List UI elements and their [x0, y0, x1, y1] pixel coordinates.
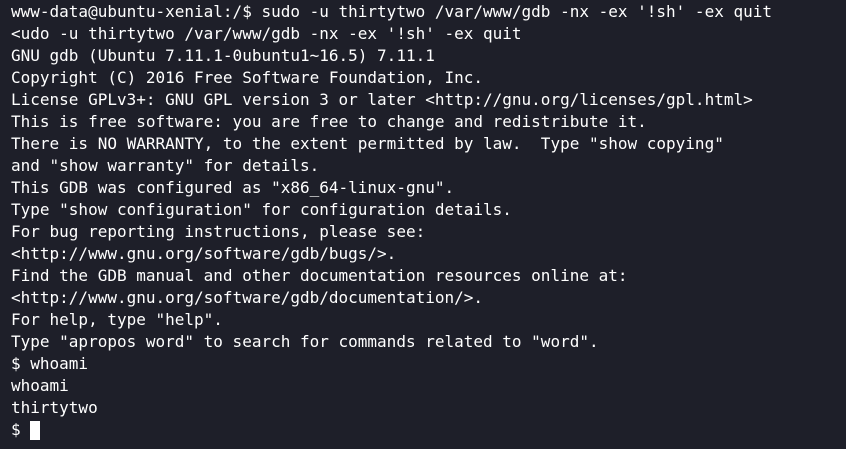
shell-prompt: $: [11, 420, 31, 439]
terminal-line: Type "apropos word" to search for comman…: [11, 332, 599, 351]
terminal-line: www-data@ubuntu-xenial:/$ sudo -u thirty…: [11, 2, 772, 21]
terminal-line: For bug reporting instructions, please s…: [11, 222, 426, 241]
block-cursor-icon: [30, 420, 41, 440]
terminal-line: $ whoami: [11, 354, 89, 373]
terminal-line: thirtytwo: [11, 398, 98, 417]
terminal-line: <udo -u thirtytwo /var/www/gdb -nx -ex '…: [11, 24, 522, 43]
terminal-line: This is free software: you are free to c…: [11, 112, 647, 131]
terminal-line: License GPLv3+: GNU GPL version 3 or lat…: [11, 90, 753, 109]
terminal-line: GNU gdb (Ubuntu 7.11.1-0ubuntu1~16.5) 7.…: [11, 46, 435, 65]
terminal-line: and "show warranty" for details.: [11, 156, 320, 175]
terminal-window[interactable]: www-data@ubuntu-xenial:/$ sudo -u thirty…: [0, 0, 846, 449]
terminal-line: whoami: [11, 376, 69, 395]
terminal-line: Find the GDB manual and other documentat…: [11, 266, 628, 285]
terminal-line: There is NO WARRANTY, to the extent perm…: [11, 134, 724, 153]
terminal-input-line[interactable]: $: [11, 419, 846, 441]
terminal-line: <http://www.gnu.org/software/gdb/bugs/>.: [11, 244, 397, 263]
terminal-line: <http://www.gnu.org/software/gdb/documen…: [11, 288, 484, 307]
terminal-line: For help, type "help".: [11, 310, 223, 329]
terminal-line: Type "show configuration" for configurat…: [11, 200, 512, 219]
terminal-line: Copyright (C) 2016 Free Software Foundat…: [11, 68, 484, 87]
terminal-line: This GDB was configured as "x86_64-linux…: [11, 178, 455, 197]
